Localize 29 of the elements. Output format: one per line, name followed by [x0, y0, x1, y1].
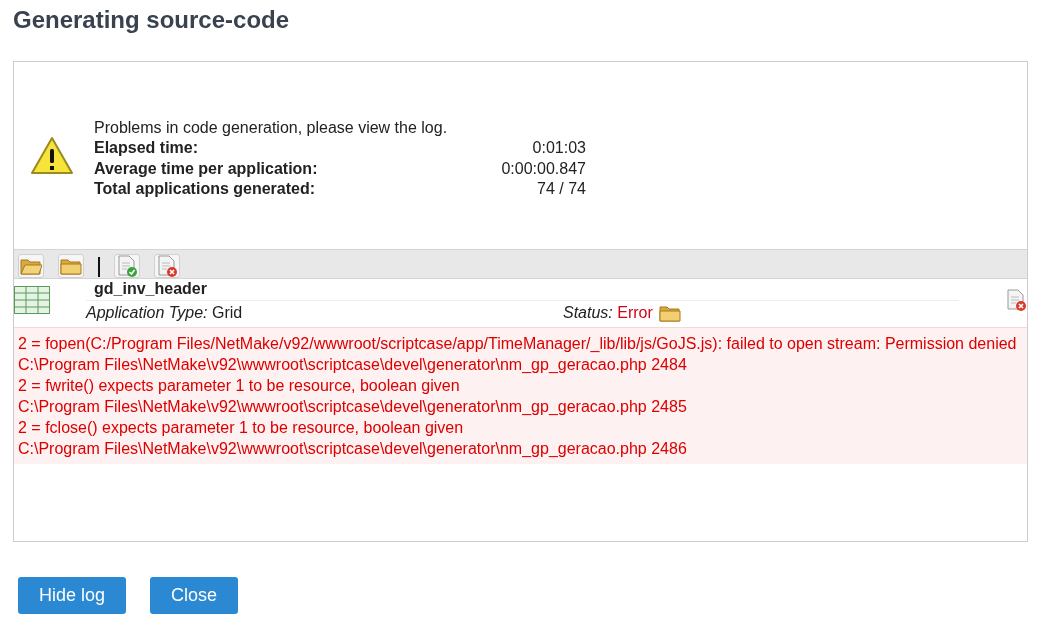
stat-label: Elapsed time:	[94, 138, 199, 158]
folder-button[interactable]	[18, 254, 44, 278]
dialog-button[interactable]: Hide log	[18, 577, 127, 614]
stat-value: 0:00:00.847	[501, 158, 586, 179]
stat-label: Average time per application:	[94, 158, 318, 179]
stat-label: Total applications generated:	[94, 179, 316, 199]
folder-icon	[60, 257, 82, 275]
document-error-icon	[1005, 289, 1027, 311]
stat-value: 74 / 74	[537, 179, 586, 199]
folder-icon	[658, 304, 681, 322]
log-line: C:\Program Files\NetMake\v92\wwwroot\scriptcase\devel\generator\nm_gp_geracao.php 2485	[18, 397, 688, 417]
log-line: C:\Program Files\NetMake\v92\wwwroot\scriptcase\devel\generator\nm_gp_geracao.php 2486	[18, 439, 688, 459]
application-type: Application Type: Grid	[86, 304, 243, 321]
warning-icon	[30, 135, 74, 176]
log-line: 2 = fopen(C:/Program Files/NetMake/v92/wwwroot/scriptcase/app/TimeManager/_lib/lib/js/GoJS.js): failed to open stream: Permission denied	[18, 334, 1018, 354]
application-status: Status: Error	[563, 304, 653, 322]
error-filter-button[interactable]	[154, 254, 180, 278]
log-line: C:\Program Files\NetMake\v92\wwwroot\scriptcase\devel\generator\nm_gp_geracao.php 2484	[18, 355, 688, 375]
success-filter-button[interactable]	[114, 254, 140, 278]
stat-value: 0:01:03	[532, 138, 586, 158]
folder-button[interactable]	[58, 254, 84, 278]
log-line: 2 = fwrite() expects parameter 1 to be resource, boolean given	[18, 376, 461, 396]
grid-icon	[14, 286, 50, 314]
status-message: Problems in code generation, please view the log.	[94, 117, 449, 138]
log-line: 2 = fclose() expects parameter 1 to be resource, boolean given	[18, 418, 465, 438]
page-title: Generating source-code	[12, 5, 291, 35]
dialog-button[interactable]: Close	[150, 577, 239, 614]
application-name: gd_inv_header	[86, 279, 959, 301]
open-folder-icon	[20, 257, 42, 275]
